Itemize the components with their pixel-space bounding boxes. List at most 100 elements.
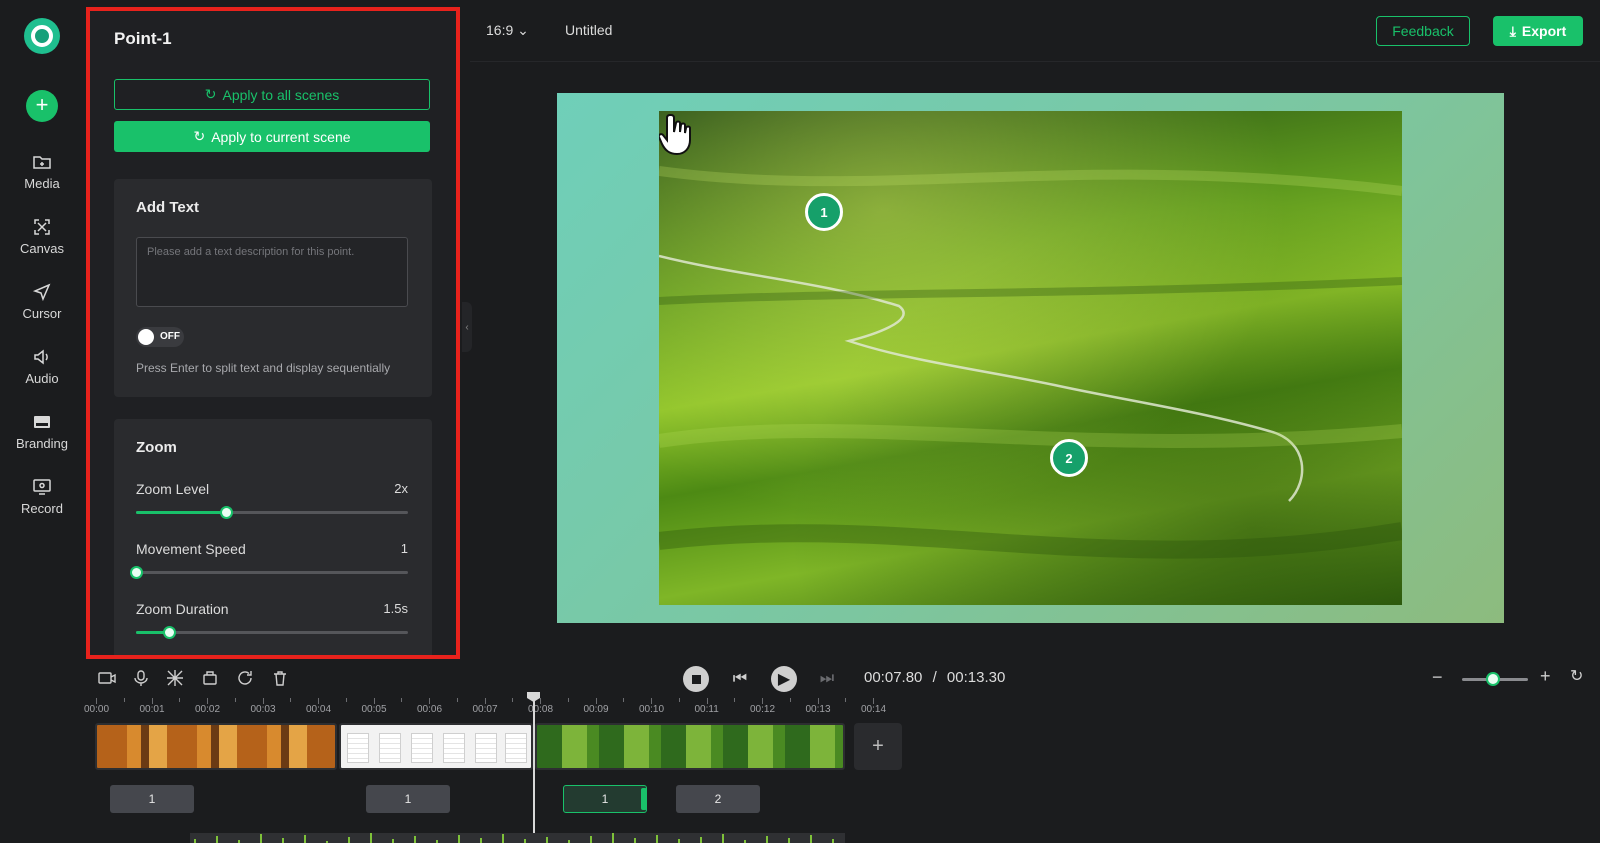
ruler-label: 00:12 (750, 704, 776, 715)
waveform-bar (524, 839, 526, 843)
zoom-out-icon[interactable]: − (1432, 667, 1443, 688)
slider-label: Movement Speed (136, 541, 246, 557)
delete-icon[interactable] (271, 669, 289, 687)
zoom-marker[interactable]: 1 (366, 785, 450, 813)
zoom-marker[interactable]: 2 (676, 785, 760, 813)
sidebar-item-media[interactable]: Media (0, 152, 84, 208)
previous-button[interactable]: ⏮ (727, 666, 753, 692)
play-button[interactable]: ▶ (771, 666, 797, 692)
field-texture (659, 166, 1402, 559)
ruler-label: 00:00 (84, 704, 110, 715)
point-text-input[interactable] (136, 237, 408, 307)
ruler-label: 00:01 (139, 704, 165, 715)
next-button[interactable]: ⏭ (814, 666, 840, 692)
waveform-bar (282, 838, 284, 843)
aspect-ratio-select[interactable]: 16:9 ⌄ (486, 22, 529, 39)
replace-icon[interactable] (236, 669, 254, 687)
stop-button[interactable] (683, 666, 709, 692)
add-text-title: Add Text (136, 199, 200, 216)
ruler-label: 00:04 (306, 704, 332, 715)
document-thumbnail (443, 733, 465, 763)
refresh-icon: ↻ (193, 128, 206, 144)
sidebar-item-label: Branding (15, 436, 69, 451)
apply-all-label: Apply to all scenes (222, 86, 340, 103)
zoom-point-marker[interactable]: 2 (1050, 439, 1088, 477)
sidebar-item-label: Media (24, 176, 60, 191)
speaker-icon (34, 349, 48, 365)
screen-record-icon[interactable] (98, 669, 116, 687)
sidebar-item-branding[interactable]: Branding (0, 412, 84, 468)
feedback-button[interactable]: Feedback (1376, 16, 1470, 46)
waveform-bar (832, 839, 834, 843)
timeline-toolbar: ⏮ ▶ ⏭ 00:07.80 / 00:13.30 − + ↻ (86, 659, 1600, 699)
ruler-label: 00:14 (861, 704, 887, 715)
marker-resize-handle[interactable] (641, 788, 647, 810)
preview-canvas[interactable]: 1 2 (557, 93, 1504, 623)
sidebar-item-audio[interactable]: Audio (0, 347, 84, 403)
slider-value: 1 (400, 541, 408, 556)
add-button[interactable]: + (26, 90, 58, 122)
sidebar-item-record[interactable]: Record (0, 477, 84, 533)
ruler-label: 00:02 (195, 704, 221, 715)
slider-value: 1.5s (383, 601, 408, 616)
slider-value: 2x (394, 481, 408, 496)
waveform-bar (722, 834, 724, 843)
collapse-panel-handle[interactable]: ‹ (462, 302, 472, 352)
slider-label: Zoom Level (136, 481, 210, 497)
video-clip-autumn[interactable] (95, 723, 337, 770)
skip-forward-icon: ⏭ (819, 670, 835, 687)
waveform-bar (260, 834, 262, 843)
ruler-subtick (567, 698, 569, 702)
slider-track[interactable] (136, 626, 408, 639)
export-button[interactable]: ⤓ Export (1493, 16, 1583, 46)
zoom-marker[interactable]: 1 (110, 785, 194, 813)
slider-thumb[interactable] (162, 626, 176, 639)
app-logo (24, 18, 60, 54)
zoom-in-icon[interactable]: + (1540, 666, 1551, 687)
sidebar-item-cursor[interactable]: Cursor (0, 282, 84, 338)
apply-current-label: Apply to current scene (211, 128, 351, 145)
download-icon: ⤓ (1509, 22, 1516, 39)
ruler-subtick (401, 698, 403, 702)
top-bar: 16:9 ⌄ Untitled Feedback ⤓ Export (470, 0, 1600, 62)
total-time: 00:13.30 (946, 669, 1006, 686)
effects-icon[interactable] (166, 669, 184, 687)
timeline-ruler[interactable]: 00:00 00:01 00:02 00:03 00:04 00:05 00:06 00:07… (84, 698, 1600, 718)
microphone-icon[interactable] (132, 669, 150, 687)
waveform-bar (216, 836, 218, 843)
slider-thumb[interactable] (219, 506, 233, 519)
cursor-icon (32, 283, 51, 302)
document-thumbnail (505, 733, 527, 763)
waveform-bar (194, 839, 196, 843)
audio-waveform-track[interactable] (190, 833, 845, 843)
apply-all-scenes-button[interactable]: ↻ Apply to all scenes (114, 79, 430, 110)
waveform-bar (348, 837, 350, 843)
ruler-subtick (845, 698, 847, 702)
ruler-label: 00:10 (639, 704, 665, 715)
crop-icon[interactable] (201, 669, 219, 687)
sidebar-item-canvas[interactable]: Canvas (0, 217, 84, 273)
video-clip-field[interactable] (535, 723, 845, 770)
folder-icon (33, 156, 51, 169)
zoom-marker-selected[interactable]: 1 (563, 785, 647, 813)
refresh-icon: ↻ (204, 86, 217, 102)
document-thumbnail (475, 733, 497, 763)
slider-thumb[interactable] (130, 566, 143, 579)
ruler-subtick (678, 698, 680, 702)
text-display-toggle[interactable]: OFF (136, 327, 184, 347)
document-title[interactable]: Untitled (565, 22, 612, 38)
slider-track[interactable] (130, 566, 408, 579)
apply-current-scene-button[interactable]: ↻ Apply to current scene (114, 121, 430, 152)
zoom-point-marker[interactable]: 1 (805, 193, 843, 231)
add-clip-button[interactable]: + (854, 723, 902, 770)
slider-track[interactable] (136, 506, 408, 519)
reset-zoom-icon[interactable]: ↻ (1570, 666, 1583, 686)
skip-back-icon: ⏮ (732, 670, 748, 687)
video-clip-document[interactable] (339, 723, 533, 770)
timeline-zoom-thumb[interactable] (1486, 672, 1500, 686)
panel-title: Point-1 (114, 29, 172, 48)
ruler-subtick (456, 698, 458, 702)
document-thumbnail (347, 733, 369, 763)
zoom-marker-label: 1 (601, 792, 609, 806)
ruler-label: 00:07 (472, 704, 498, 715)
